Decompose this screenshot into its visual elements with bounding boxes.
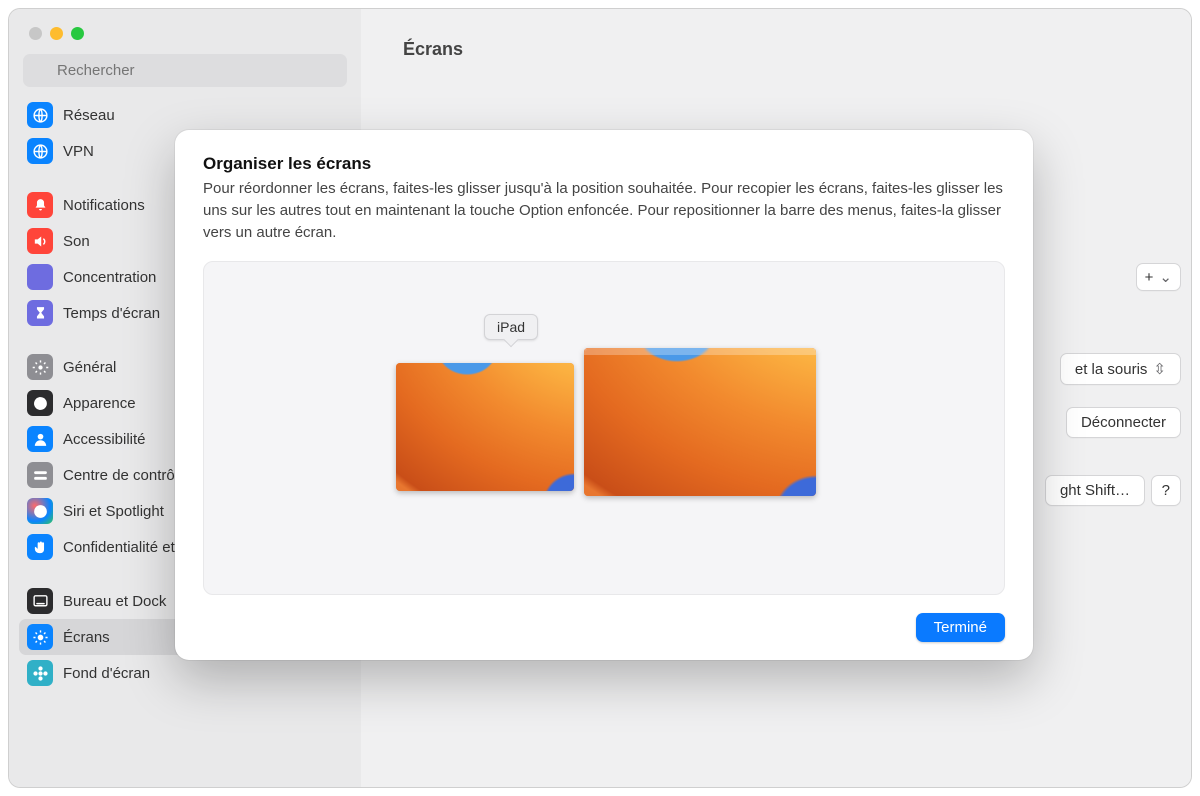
sidebar-item-label: Accessibilité	[63, 431, 146, 448]
sidebar-item-label: Temps d'écran	[63, 305, 160, 322]
dock-icon	[27, 588, 53, 614]
gear-icon	[27, 354, 53, 380]
help-button[interactable]: ?	[1151, 475, 1181, 506]
siri-icon	[27, 498, 53, 524]
display-thumbnail-ipad[interactable]	[396, 363, 574, 491]
sidebar-item-label: Siri et Spotlight	[63, 503, 164, 520]
sidebar-item-label: Son	[63, 233, 90, 250]
add-display-button[interactable]: + ⌄	[1136, 263, 1181, 291]
chevron-down-icon: ⌄	[1159, 268, 1172, 286]
sidebar-item-label: Centre de contrôle	[63, 467, 186, 484]
page-title: Écrans	[391, 29, 1161, 60]
menubar-indicator	[584, 348, 816, 355]
sidebar-item-label: Apparence	[63, 395, 136, 412]
fullscreen-window-button[interactable]	[71, 27, 84, 40]
display-arrangement-area[interactable]: iPad	[203, 261, 1005, 595]
sidebar-item-label: VPN	[63, 143, 94, 160]
sidebar-item-label: Fond d'écran	[63, 665, 150, 682]
sidebar-item-label: Notifications	[63, 197, 145, 214]
sun-icon	[27, 624, 53, 650]
switches-icon	[27, 462, 53, 488]
dialog-description: Pour réordonner les écrans, faites-les g…	[203, 178, 1005, 243]
contrast-icon	[27, 390, 53, 416]
close-window-button[interactable]	[29, 27, 42, 40]
speaker-icon	[27, 228, 53, 254]
bell-icon	[27, 192, 53, 218]
sidebar-item-label: Écrans	[63, 629, 110, 646]
globe-icon	[27, 138, 53, 164]
done-button[interactable]: Terminé	[916, 613, 1005, 642]
display-tooltip: iPad	[484, 314, 538, 340]
sidebar-item-label: Bureau et Dock	[63, 593, 166, 610]
sidebar-item-fond-d-cran[interactable]: Fond d'écran	[19, 655, 351, 691]
disconnect-button[interactable]: Déconnecter	[1066, 407, 1181, 438]
sidebar-item-label: Réseau	[63, 107, 115, 124]
sidebar-item-r-seau[interactable]: Réseau	[19, 97, 351, 133]
display-thumbnail-main[interactable]	[584, 348, 816, 496]
wallpaper-icon	[396, 363, 574, 491]
search-input[interactable]	[23, 54, 347, 87]
dialog-title: Organiser les écrans	[203, 154, 1005, 174]
minimize-window-button[interactable]	[50, 27, 63, 40]
wallpaper-icon	[584, 348, 816, 496]
person-icon	[27, 426, 53, 452]
flower-icon	[27, 660, 53, 686]
night-shift-button[interactable]: ght Shift…	[1045, 475, 1145, 506]
sidebar-item-label: Général	[63, 359, 116, 376]
sidebar-item-label: Concentration	[63, 269, 156, 286]
window-controls	[9, 19, 361, 54]
arrange-displays-dialog: Organiser les écrans Pour réordonner les…	[175, 130, 1033, 660]
keyboard-mouse-button[interactable]: et la souris ⇳	[1060, 353, 1181, 385]
hourglass-icon	[27, 300, 53, 326]
globe-icon	[27, 102, 53, 128]
updown-icon: ⇳	[1153, 360, 1166, 378]
moon-icon	[27, 264, 53, 290]
hand-icon	[27, 534, 53, 560]
